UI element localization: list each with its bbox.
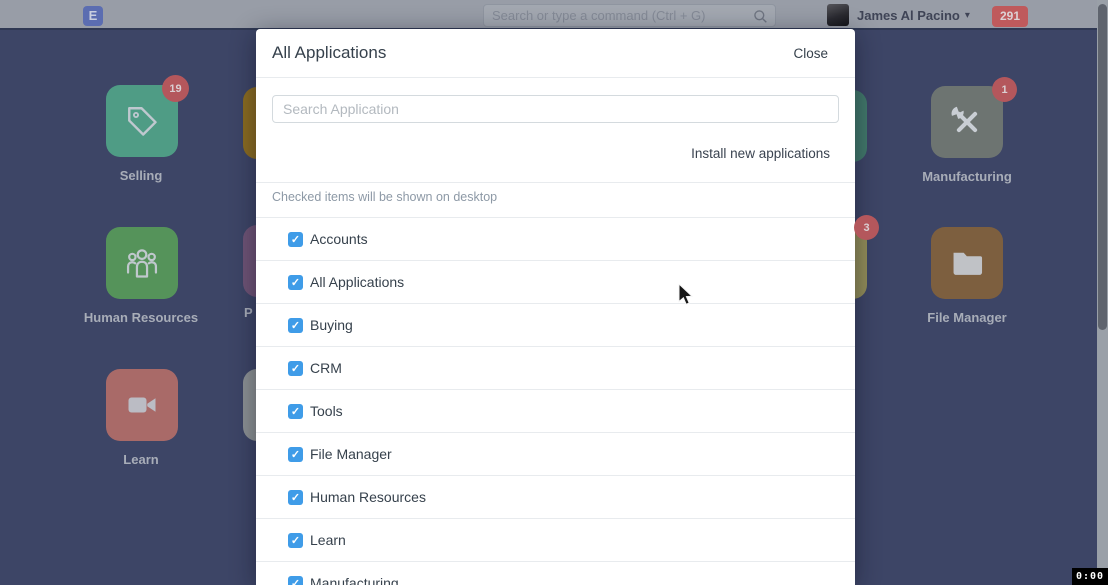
search-icon bbox=[753, 9, 768, 24]
tag-icon bbox=[124, 103, 160, 139]
checkbox-checked[interactable]: ✓ bbox=[288, 533, 303, 548]
checkbox-checked[interactable]: ✓ bbox=[288, 490, 303, 505]
list-item-label: File Manager bbox=[310, 446, 392, 462]
desktop-app-human-resources[interactable] bbox=[106, 227, 178, 299]
list-item-label: Tools bbox=[310, 403, 343, 419]
list-item-label: Accounts bbox=[310, 231, 368, 247]
check-icon: ✓ bbox=[291, 319, 300, 332]
all-applications-modal: All Applications Close Install new appli… bbox=[256, 29, 855, 585]
folder-icon bbox=[948, 244, 986, 282]
user-name: James Al Pacino bbox=[857, 8, 960, 23]
people-icon bbox=[123, 244, 161, 282]
list-item-label: All Applications bbox=[310, 274, 404, 290]
list-item-label: CRM bbox=[310, 360, 342, 376]
global-search[interactable] bbox=[483, 4, 776, 27]
notification-badge: 1 bbox=[992, 77, 1017, 102]
desktop-app-manufacturing[interactable] bbox=[931, 86, 1003, 158]
application-checklist: ✓ Accounts ✓ All Applications ✓ Buying ✓… bbox=[256, 217, 855, 585]
app-label: Learn bbox=[41, 452, 241, 467]
application-search-input[interactable] bbox=[272, 95, 839, 123]
chevron-down-icon: ▾ bbox=[965, 10, 970, 21]
desktop-app-file-manager[interactable] bbox=[931, 227, 1003, 299]
list-item-crm[interactable]: ✓ CRM bbox=[256, 347, 855, 390]
app-logo[interactable]: E bbox=[83, 6, 103, 26]
screen: 19 Selling Human Resources bbox=[0, 0, 1108, 585]
list-item-accounts[interactable]: ✓ Accounts bbox=[256, 218, 855, 261]
app-label: Human Resources bbox=[41, 310, 241, 325]
user-menu[interactable]: James Al Pacino ▾ bbox=[827, 0, 970, 30]
close-button[interactable]: Close bbox=[793, 46, 828, 61]
global-search-input[interactable] bbox=[492, 5, 742, 26]
list-item-label: Learn bbox=[310, 532, 346, 548]
video-camera-icon bbox=[124, 387, 160, 423]
app-label: Manufacturing bbox=[867, 169, 1067, 184]
checkbox-checked[interactable]: ✓ bbox=[288, 232, 303, 247]
check-icon: ✓ bbox=[291, 534, 300, 547]
list-item-human-resources[interactable]: ✓ Human Resources bbox=[256, 476, 855, 519]
app-label: File Manager bbox=[867, 310, 1067, 325]
check-icon: ✓ bbox=[291, 233, 300, 246]
notification-badge: 19 bbox=[162, 75, 189, 102]
checkbox-checked[interactable]: ✓ bbox=[288, 404, 303, 419]
scrollbar-thumb[interactable] bbox=[1098, 4, 1107, 330]
list-item-manufacturing[interactable]: ✓ Manufacturing bbox=[256, 562, 855, 585]
check-icon: ✓ bbox=[291, 276, 300, 289]
divider bbox=[256, 182, 855, 183]
modal-header: All Applications Close bbox=[256, 29, 855, 78]
user-avatar bbox=[827, 4, 849, 26]
notification-count-badge[interactable]: 291 bbox=[992, 6, 1028, 27]
mouse-cursor bbox=[678, 284, 696, 308]
app-label: Selling bbox=[41, 168, 241, 183]
check-icon: ✓ bbox=[291, 362, 300, 375]
desktop-app-learn[interactable] bbox=[106, 369, 178, 441]
list-item-label: Human Resources bbox=[310, 489, 426, 505]
checkbox-checked[interactable]: ✓ bbox=[288, 318, 303, 333]
tools-icon bbox=[948, 103, 986, 141]
top-navbar: E James Al Pacino ▾ 291 bbox=[0, 0, 1097, 30]
install-new-applications-link[interactable]: Install new applications bbox=[691, 146, 830, 161]
checkbox-checked[interactable]: ✓ bbox=[288, 361, 303, 376]
list-item-all-applications[interactable]: ✓ All Applications bbox=[256, 261, 855, 304]
checkbox-checked[interactable]: ✓ bbox=[288, 576, 303, 585]
list-item-buying[interactable]: ✓ Buying bbox=[256, 304, 855, 347]
check-icon: ✓ bbox=[291, 405, 300, 418]
checkbox-checked[interactable]: ✓ bbox=[288, 447, 303, 462]
notification-badge: 3 bbox=[854, 215, 879, 240]
checkbox-checked[interactable]: ✓ bbox=[288, 275, 303, 290]
list-item-file-manager[interactable]: ✓ File Manager bbox=[256, 433, 855, 476]
list-item-tools[interactable]: ✓ Tools bbox=[256, 390, 855, 433]
check-icon: ✓ bbox=[291, 491, 300, 504]
recording-timer: 0:00 bbox=[1072, 568, 1108, 585]
list-item-label: Buying bbox=[310, 317, 353, 333]
modal-title: All Applications bbox=[272, 43, 386, 63]
check-icon: ✓ bbox=[291, 577, 300, 585]
checked-items-hint: Checked items will be shown on desktop bbox=[272, 190, 497, 204]
scrollbar-track[interactable] bbox=[1097, 0, 1108, 585]
list-item-label: Manufacturing bbox=[310, 575, 399, 585]
app-label-fragment: P bbox=[244, 305, 253, 320]
check-icon: ✓ bbox=[291, 448, 300, 461]
list-item-learn[interactable]: ✓ Learn bbox=[256, 519, 855, 562]
